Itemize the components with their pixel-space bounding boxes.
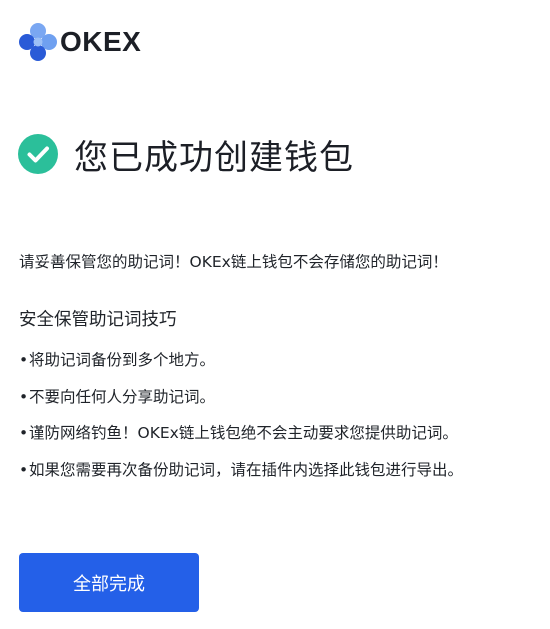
success-title: 您已成功创建钱包 <box>74 137 354 178</box>
bullet: • <box>19 387 29 406</box>
tip-item: • 不要向任何人分享助记词。 <box>19 385 539 410</box>
tip-text: 谨防网络钓鱼！OKEx链上钱包绝不会主动要求您提供助记词。 <box>29 424 458 442</box>
tip-item: • 谨防网络钓鱼！OKEx链上钱包绝不会主动要求您提供助记词。 <box>19 421 539 446</box>
tip-item: • 将助记词备份到多个地方。 <box>19 348 539 373</box>
check-circle-icon <box>18 134 58 174</box>
tips-list: • 将助记词备份到多个地方。 • 不要向任何人分享助记词。 • 谨防网络钓鱼！O… <box>19 348 539 494</box>
bullet: • <box>19 424 29 442</box>
success-header: 您已成功创建钱包 <box>18 128 354 180</box>
bullet: • <box>19 351 29 369</box>
tip-item: • 如果您需要再次备份助记词，请在插件内选择此钱包进行导出。 <box>19 458 539 483</box>
tip-text: 将助记词备份到多个地方。 <box>29 351 216 369</box>
logo-text: OKEX <box>60 26 142 57</box>
bullet: • <box>19 460 29 479</box>
tips-title: 安全保管助记词技巧 <box>19 310 177 330</box>
tip-text: 如果您需要再次备份助记词，请在插件内选择此钱包进行导出。 <box>29 460 464 479</box>
backup-notice: 请妥善保管您的助记词！OKEx链上钱包不会存储您的助记词！ <box>19 253 448 271</box>
done-button[interactable]: 全部完成 <box>19 553 199 612</box>
header: OKEX <box>18 22 141 62</box>
tip-text: 不要向任何人分享助记词。 <box>29 387 216 406</box>
okex-logo-icon <box>18 22 58 62</box>
